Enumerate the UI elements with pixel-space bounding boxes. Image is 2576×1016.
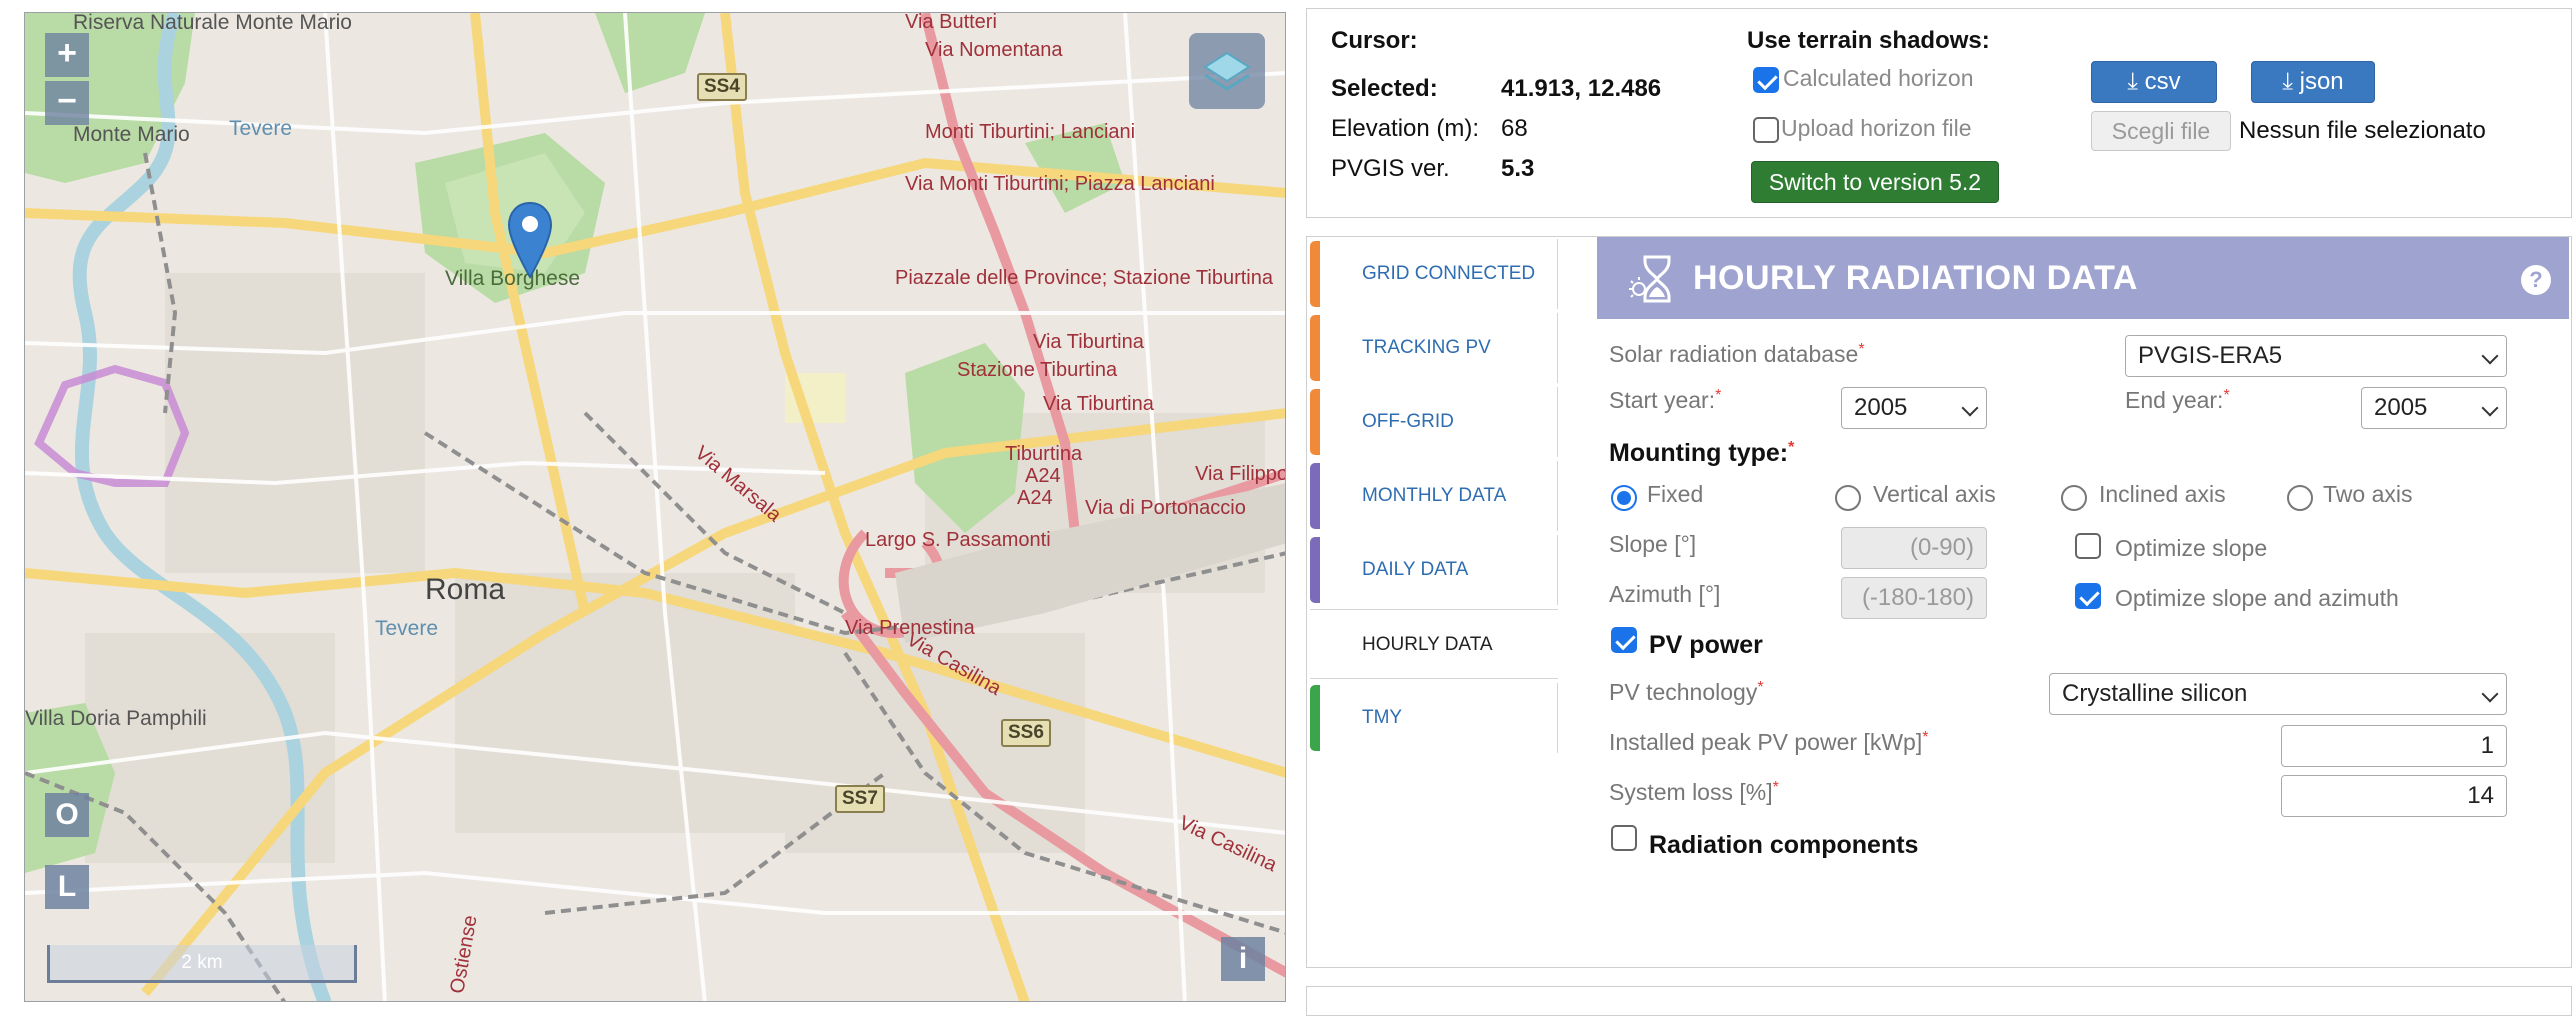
json-download-button[interactable]: ⤓ json — [2251, 61, 2375, 103]
mount-two-axis-label: Two axis — [2323, 481, 2413, 507]
system-loss-input[interactable]: 14 — [2281, 775, 2507, 817]
mounting-type-label: Mounting type:* — [1609, 439, 1795, 467]
tab-label: DAILY DATA — [1362, 559, 1469, 580]
azimuth-input[interactable]: (-180-180) — [1841, 577, 1987, 619]
radiation-database-select[interactable]: PVGIS-ERA5 — [2125, 335, 2507, 377]
pv-power-checkbox[interactable] — [1611, 627, 1637, 653]
map-scale-bar: 2 km — [47, 945, 357, 983]
mount-inclined-label: Inclined axis — [2099, 481, 2226, 507]
elevation-value: 68 — [1501, 115, 1528, 142]
optimize-slope-azimuth-checkbox[interactable] — [2075, 583, 2101, 609]
csv-label: csv — [2144, 68, 2181, 95]
download-icon: ⤓ — [2282, 68, 2293, 95]
hourglass-sun-icon — [1627, 251, 1683, 312]
section-header: HOURLY RADIATION DATA ? — [1597, 237, 2569, 319]
zoom-out-button[interactable]: − — [45, 81, 89, 125]
map-o-button[interactable]: O — [45, 793, 89, 837]
system-loss-label: System loss [%]* — [1609, 779, 1779, 805]
map-info-button[interactable]: i — [1221, 937, 1265, 981]
mount-two-axis-radio[interactable] — [2287, 485, 2313, 511]
peak-power-label: Installed peak PV power [kWp]* — [1609, 729, 1929, 755]
pv-technology-label: PV technology* — [1609, 679, 1764, 705]
end-year-select[interactable]: 2005 — [2361, 387, 2507, 429]
no-file-label: Nessun file selezionato — [2239, 117, 2486, 144]
zoom-in-button[interactable]: + — [45, 33, 89, 77]
slope-label: Slope [°] — [1609, 531, 1697, 557]
section-title: HOURLY RADIATION DATA — [1693, 259, 2138, 297]
pv-technology-select[interactable]: Crystalline silicon — [2049, 673, 2507, 715]
tab-label: HOURLY DATA — [1362, 634, 1493, 655]
tab-label: GRID CONNECTED — [1362, 263, 1536, 284]
mount-fixed-radio[interactable] — [1611, 485, 1637, 511]
upload-horizon-label: Upload horizon file — [1781, 115, 1972, 141]
choose-file-button[interactable]: Scegli file — [2091, 111, 2231, 151]
switch-version-button[interactable]: Switch to version 5.2 — [1751, 161, 1999, 203]
road-shield-ss6: SS6 — [1001, 719, 1051, 747]
db-label: Solar radiation database* — [1609, 341, 1865, 367]
peak-power-input[interactable]: 1 — [2281, 725, 2507, 767]
tab-label: TMY — [1362, 707, 1403, 728]
radiation-components-checkbox[interactable] — [1611, 825, 1637, 851]
calculated-horizon-label: Calculated horizon — [1783, 65, 1974, 91]
azimuth-label: Azimuth [°] — [1609, 581, 1721, 607]
tab-tracking-pv[interactable]: TRACKING PV — [1310, 313, 1558, 383]
zoom-control: + − — [45, 33, 89, 125]
lower-panel-edge — [1306, 986, 2572, 1016]
cursor-label: Cursor: — [1331, 27, 1418, 54]
pvgis-version-label: PVGIS ver. — [1331, 155, 1450, 182]
optimize-slope-azimuth-label: Optimize slope and azimuth — [2115, 585, 2399, 611]
map-tiles[interactable] — [25, 13, 1286, 1002]
layers-icon — [1203, 51, 1251, 91]
location-marker-icon[interactable] — [507, 201, 553, 284]
start-year-label: Start year:* — [1609, 387, 1722, 413]
csv-download-button[interactable]: ⤓ csv — [2091, 61, 2217, 103]
optimize-slope-checkbox[interactable] — [2075, 533, 2101, 559]
tab-label: MONTHLY DATA — [1362, 485, 1507, 506]
start-year-select[interactable]: 2005 — [1841, 387, 1987, 429]
tab-off-grid[interactable]: OFF-GRID — [1310, 387, 1558, 457]
pvgis-version-value: 5.3 — [1501, 155, 1535, 182]
map-l-button[interactable]: L — [45, 865, 89, 909]
road-shield-ss4: SS4 — [697, 73, 747, 101]
elevation-label: Elevation (m): — [1331, 115, 1480, 142]
optimize-slope-label: Optimize slope — [2115, 535, 2268, 561]
location-info-panel: Cursor: Selected: 41.913, 12.486 Elevati… — [1306, 8, 2572, 218]
upload-horizon-checkbox[interactable] — [1753, 117, 1779, 143]
tab-grid-connected[interactable]: GRID CONNECTED — [1310, 239, 1558, 309]
tab-tmy[interactable]: TMY — [1310, 683, 1558, 753]
chevron-down-icon — [2481, 685, 2499, 703]
map-view[interactable]: Riserva Naturale Monte Mario Monte Mario… — [24, 12, 1286, 1002]
tab-hourly-data[interactable]: HOURLY DATA — [1310, 609, 1558, 679]
selected-value: 41.913, 12.486 — [1501, 75, 1662, 102]
mount-inclined-radio[interactable] — [2061, 485, 2087, 511]
tab-label: OFF-GRID — [1362, 411, 1454, 432]
mount-vertical-label: Vertical axis — [1873, 481, 1996, 507]
help-icon[interactable]: ? — [2521, 265, 2551, 295]
radiation-components-label: Radiation components — [1649, 831, 1919, 859]
chevron-down-icon — [2481, 399, 2499, 417]
chevron-down-icon — [1961, 399, 1979, 417]
tab-label: TRACKING PV — [1362, 337, 1491, 358]
layers-button[interactable] — [1189, 33, 1265, 109]
chevron-down-icon — [2481, 347, 2499, 365]
tool-panel: GRID CONNECTED TRACKING PV OFF-GRID MONT… — [1306, 236, 2572, 968]
calculated-horizon-checkbox[interactable] — [1753, 67, 1779, 93]
slope-input[interactable]: (0-90) — [1841, 527, 1987, 569]
mount-fixed-label: Fixed — [1647, 481, 1704, 507]
road-shield-ss7: SS7 — [835, 785, 885, 813]
end-year-label: End year:* — [2125, 387, 2230, 413]
selected-label: Selected: — [1331, 75, 1438, 102]
pv-power-label: PV power — [1649, 631, 1763, 659]
terrain-shadows-title: Use terrain shadows: — [1747, 27, 1990, 54]
tab-daily-data[interactable]: DAILY DATA — [1310, 535, 1558, 605]
download-icon: ⤓ — [2127, 68, 2138, 95]
tab-monthly-data[interactable]: MONTHLY DATA — [1310, 461, 1558, 531]
mount-vertical-radio[interactable] — [1835, 485, 1861, 511]
json-label: json — [2299, 68, 2344, 95]
